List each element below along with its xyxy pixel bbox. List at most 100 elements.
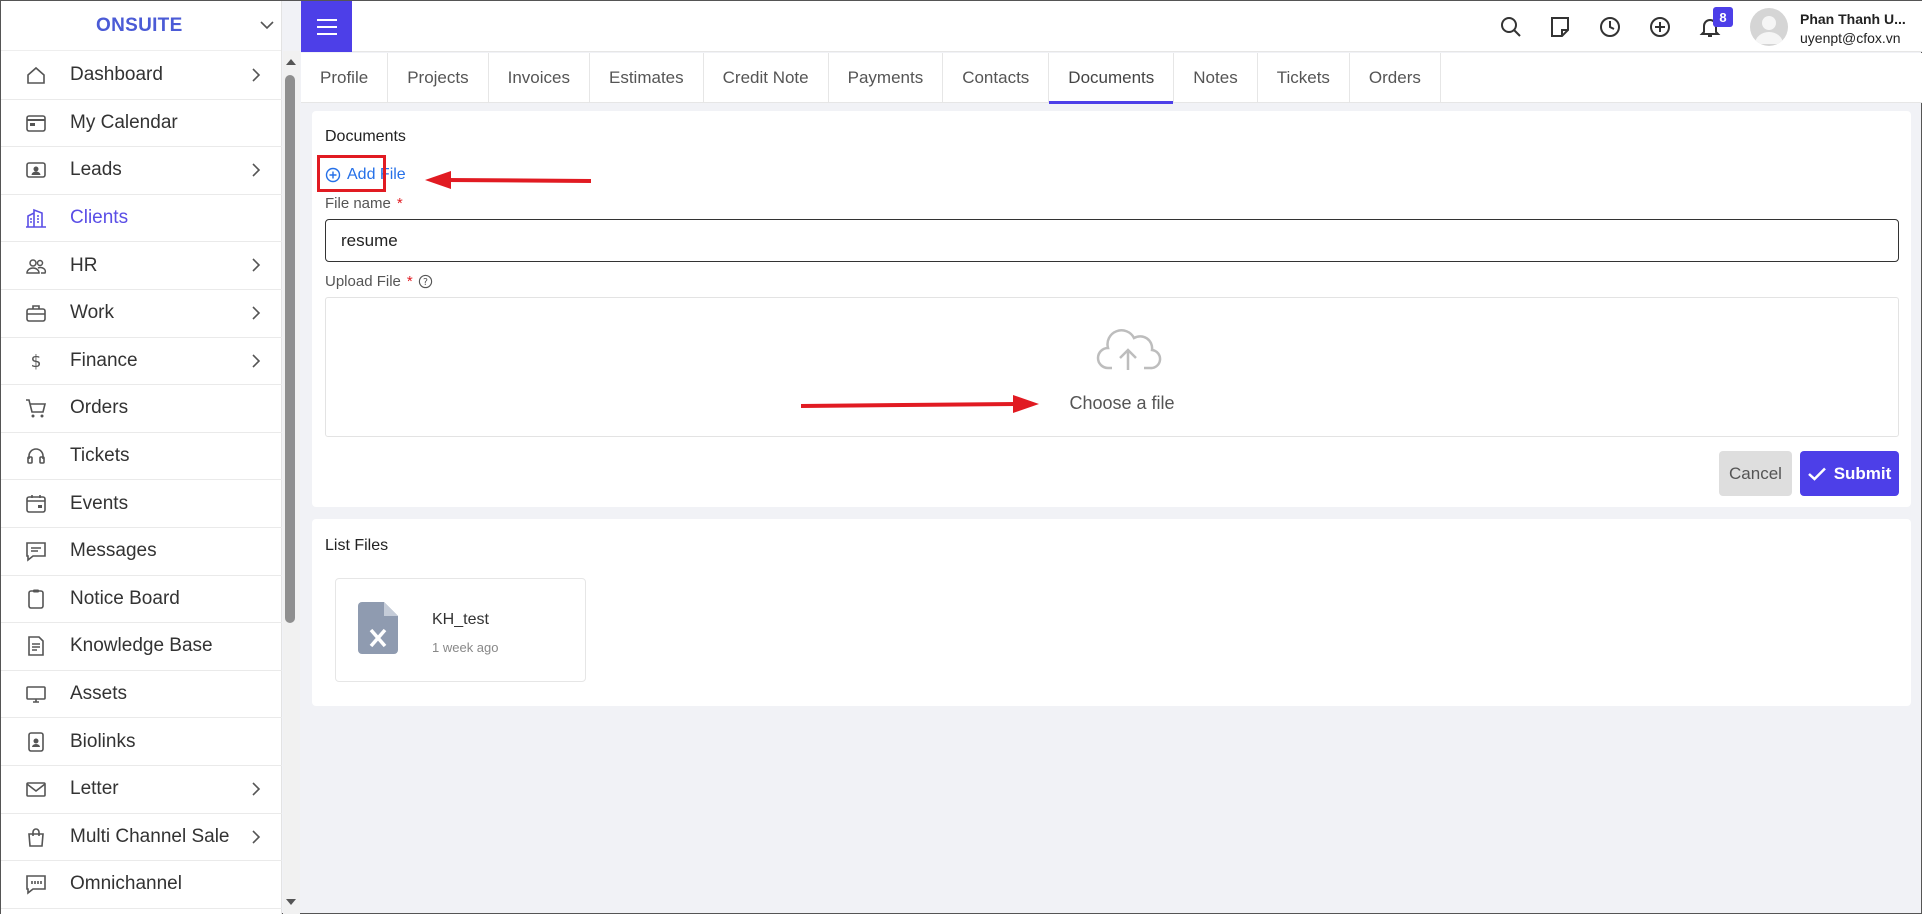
sidebar-item-messages[interactable]: Messages	[1, 528, 282, 576]
sidebar-item-label: HR	[70, 254, 98, 276]
chevron-right-icon[interactable]	[249, 258, 263, 272]
contact-card-icon	[25, 159, 47, 181]
sidebar-item-knowledge-base[interactable]: Knowledge Base	[1, 623, 282, 671]
menu-toggle-button[interactable]	[301, 1, 352, 52]
list-files-card: List Files KH_test 1 week ago	[312, 519, 1911, 706]
chevron-right-icon[interactable]	[249, 353, 263, 368]
cloud-upload-icon	[1096, 329, 1162, 370]
scroll-down-icon[interactable]	[285, 897, 297, 907]
calendar-icon	[25, 112, 47, 134]
highlight-box	[317, 155, 386, 192]
headset-icon	[25, 445, 47, 467]
tab-documents[interactable]: Documents	[1049, 53, 1175, 104]
submit-button[interactable]: Submit	[1800, 451, 1899, 496]
chevron-right-icon[interactable]	[249, 306, 263, 320]
sidebar-item-orders[interactable]: Orders	[1, 385, 282, 433]
sidebar-item-events[interactable]: Events	[1, 480, 282, 528]
tab-payments[interactable]: Payments	[829, 53, 944, 103]
hamburger-icon	[316, 18, 337, 35]
sidebar-item-my-calendar[interactable]: My Calendar	[1, 100, 282, 148]
tab-projects[interactable]: Projects	[388, 53, 489, 103]
submit-label: Submit	[1833, 463, 1892, 483]
tab-tickets[interactable]: Tickets	[1258, 53, 1350, 103]
tab-orders[interactable]: Orders	[1350, 53, 1441, 103]
file-name-input[interactable]	[325, 219, 1899, 262]
clock-icon[interactable]	[1598, 15, 1622, 39]
sidebar-item-omnichannel[interactable]: Omnichannel	[1, 861, 282, 909]
sidebar-item-label: Biolinks	[70, 730, 136, 752]
shopping-bag-icon	[25, 826, 47, 848]
tab-estimates[interactable]: Estimates	[590, 53, 704, 103]
message-icon	[25, 540, 47, 562]
scroll-up-icon[interactable]	[285, 57, 297, 67]
sidebar-item-label: Omnichannel	[70, 873, 182, 895]
cancel-button[interactable]: Cancel	[1719, 451, 1792, 496]
sticky-note-icon[interactable]	[1548, 15, 1572, 39]
help-icon[interactable]: ?	[418, 274, 433, 289]
sidebar-item-clients[interactable]: Clients	[1, 195, 282, 243]
dollar-icon: $	[25, 350, 47, 372]
svg-text:$: $	[31, 352, 42, 372]
sidebar-item-finance[interactable]: $ Finance	[1, 338, 282, 386]
tab-profile[interactable]: Profile	[301, 53, 389, 103]
sidebar-item-work[interactable]: Work	[1, 290, 282, 338]
sidebar-item-notice-board[interactable]: Notice Board	[1, 576, 282, 624]
sidebar-item-label: Letter	[70, 778, 119, 800]
upload-file-label: Upload File * ?	[325, 273, 433, 290]
file-card[interactable]: KH_test 1 week ago	[335, 578, 586, 682]
sidebar-item-letter[interactable]: Letter	[1, 766, 282, 814]
svg-text:?: ?	[423, 277, 428, 288]
sidebar-item-dashboard[interactable]: Dashboard	[1, 52, 282, 100]
upload-dropzone[interactable]: Choose a file	[325, 297, 1899, 437]
sidebar-item-assets[interactable]: Assets	[1, 671, 282, 719]
calendar-event-icon	[25, 493, 47, 515]
add-circle-icon[interactable]	[1648, 15, 1672, 39]
notification-badge: 8	[1713, 7, 1733, 27]
document-icon	[25, 635, 47, 657]
search-icon[interactable]	[1499, 15, 1523, 39]
sidebar-item-leads[interactable]: Leads	[1, 147, 282, 195]
sidebar-item-label: Knowledge Base	[70, 635, 213, 657]
sidebar-item-label: Events	[70, 492, 129, 514]
brand[interactable]: ONSUITE	[1, 1, 281, 51]
tab-notes[interactable]: Notes	[1174, 53, 1258, 103]
briefcase-icon	[25, 302, 47, 324]
sidebar-item-label: Tickets	[70, 445, 130, 467]
sidebar-nav: Dashboard My Calendar Leads Clients HR Work $ F…	[1, 52, 282, 909]
sidebar-item-label: Work	[70, 302, 114, 324]
chevron-down-icon[interactable]	[259, 17, 275, 33]
id-badge-icon	[25, 731, 47, 753]
avatar[interactable]	[1750, 8, 1788, 46]
cart-icon	[25, 397, 47, 419]
user-email: uyenpt@cfox.vn	[1800, 30, 1901, 46]
sidebar-item-biolinks[interactable]: Biolinks	[1, 718, 282, 766]
monitor-icon	[25, 683, 47, 705]
sidebar-item-label: Multi Channel Sale	[70, 825, 230, 847]
tab-credit-note[interactable]: Credit Note	[704, 53, 829, 103]
sidebar-item-hr[interactable]: HR	[1, 242, 282, 290]
required-mark: *	[396, 195, 403, 212]
upload-prompt: Choose a file	[1069, 393, 1175, 413]
envelope-icon	[25, 778, 47, 800]
sidebar-item-tickets[interactable]: Tickets	[1, 433, 282, 481]
tab-invoices[interactable]: Invoices	[489, 53, 590, 103]
client-tabs: Profile Projects Invoices Estimates Credit N…	[301, 53, 1922, 104]
sidebar-item-label: Orders	[70, 397, 129, 419]
chevron-right-icon[interactable]	[249, 829, 263, 844]
excel-file-icon	[358, 602, 398, 654]
sidebar: ONSUITE Dashboard My Calendar Leads Clients…	[1, 1, 282, 914]
file-name-label: File name *	[325, 195, 403, 212]
chevron-right-icon[interactable]	[249, 163, 263, 177]
scrollbar-thumb[interactable]	[285, 75, 295, 623]
building-icon	[25, 207, 47, 229]
chevron-right-icon[interactable]	[249, 68, 263, 82]
sidebar-item-multi-channel-sale[interactable]: Multi Channel Sale	[1, 814, 282, 862]
chevron-right-icon[interactable]	[249, 782, 263, 796]
user-name[interactable]: Phan Thanh U...	[1800, 11, 1906, 27]
file-time: 1 week ago	[432, 640, 499, 655]
documents-title: Documents	[325, 128, 406, 145]
tab-contacts[interactable]: Contacts	[943, 53, 1050, 103]
chat-quote-icon	[25, 873, 47, 896]
list-files-title: List Files	[325, 537, 389, 554]
sidebar-item-label: My Calendar	[70, 111, 178, 133]
